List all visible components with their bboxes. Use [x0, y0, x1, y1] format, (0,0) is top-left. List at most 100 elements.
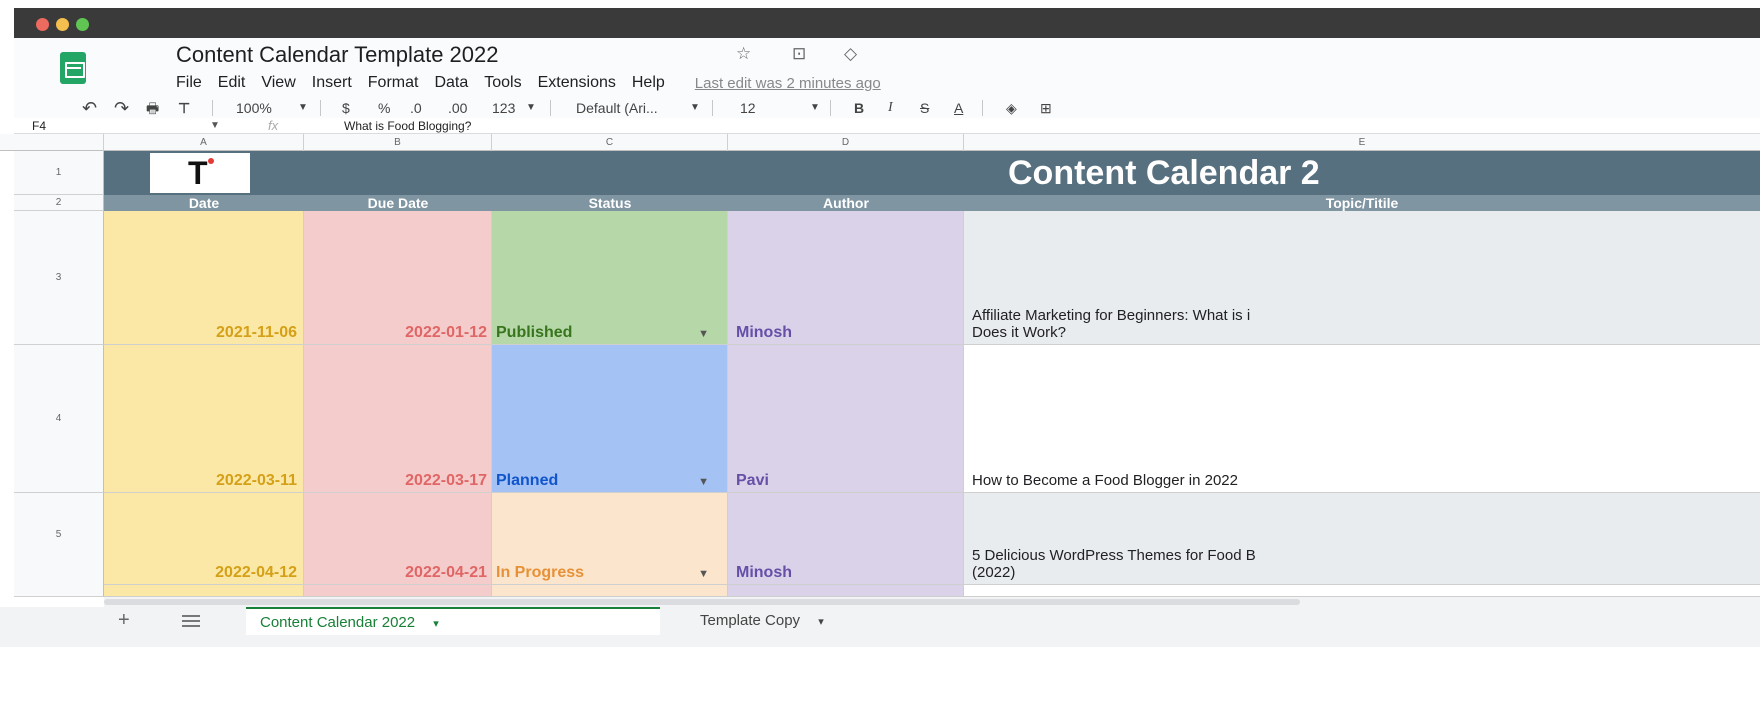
document-title[interactable]: Content Calendar Template 2022 — [176, 42, 498, 68]
date-cell[interactable]: 2022-04-12 — [104, 493, 304, 585]
chevron-down-icon[interactable]: ▼ — [698, 328, 709, 340]
percent-button[interactable]: % — [378, 98, 390, 118]
formula-input[interactable]: What is Food Blogging? — [344, 118, 471, 134]
star-icon[interactable]: ☆ — [736, 44, 751, 64]
horizontal-scrollbar[interactable] — [104, 597, 1760, 607]
column-header-c[interactable]: C — [492, 134, 728, 151]
toolbar-divider — [982, 100, 983, 116]
row-header-2[interactable]: 2 — [14, 195, 104, 211]
zoom-select[interactable]: 100% — [236, 98, 272, 118]
status-dropdown[interactable] — [492, 585, 728, 597]
author-cell[interactable] — [728, 585, 964, 597]
topic-cell[interactable] — [964, 585, 1760, 597]
paint-format-icon[interactable]: ⊤ — [178, 98, 190, 118]
due-date-cell[interactable] — [304, 585, 492, 597]
header-due-date[interactable]: Due Date — [304, 195, 492, 211]
column-header-e[interactable]: E — [964, 134, 1760, 151]
row-header-4[interactable]: 4 — [14, 345, 104, 493]
chevron-down-icon[interactable]: ▾ — [818, 616, 824, 628]
borders-icon[interactable]: ⊞ — [1040, 98, 1052, 118]
topic-cell[interactable]: How to Become a Food Blogger in 2022 — [964, 345, 1760, 493]
author-cell[interactable]: Minosh — [728, 493, 964, 585]
chevron-down-icon[interactable]: ▼ — [698, 568, 709, 580]
select-all-corner[interactable] — [14, 134, 104, 151]
menu-help[interactable]: Help — [632, 74, 665, 92]
menu-tools[interactable]: Tools — [484, 74, 521, 92]
zoom-window-button[interactable] — [76, 18, 89, 31]
decrease-decimal-button[interactable]: .0 — [410, 98, 422, 118]
fx-icon: fx — [268, 118, 279, 133]
logo: T — [150, 153, 250, 193]
row-header-3[interactable]: 3 — [14, 211, 104, 345]
row-header-1[interactable]: 1 — [14, 151, 104, 195]
tab-label: Template Copy — [700, 612, 801, 629]
tab-content-calendar-2022[interactable]: Content Calendar 2022 ▾ — [246, 607, 660, 635]
italic-button[interactable]: I — [888, 98, 893, 118]
spreadsheet-grid[interactable]: T Content Calendar 2 Date Due Date Statu… — [104, 151, 1760, 597]
redo-icon[interactable]: ↷ — [114, 98, 129, 118]
more-formats-button[interactable]: 123 — [492, 98, 515, 118]
scrollbar-thumb[interactable] — [104, 599, 1300, 605]
date-cell[interactable] — [104, 585, 304, 597]
menu-data[interactable]: Data — [434, 74, 468, 92]
column-header-a[interactable]: A — [104, 134, 304, 151]
menu-edit[interactable]: Edit — [218, 74, 246, 92]
close-window-button[interactable] — [36, 18, 49, 31]
bold-button[interactable]: B — [854, 98, 864, 118]
name-box[interactable]: F4 — [32, 118, 46, 134]
header-author[interactable]: Author — [728, 195, 964, 211]
chevron-down-icon[interactable]: ▾ — [433, 618, 439, 630]
chevron-down-icon[interactable]: ▼ — [698, 476, 709, 488]
date-cell[interactable]: 2021-11-06 — [104, 211, 304, 345]
column-header-b[interactable]: B — [304, 134, 492, 151]
due-date-cell[interactable]: 2022-01-12 — [304, 211, 492, 345]
status-value: In Progress — [496, 564, 585, 581]
last-edit-link[interactable]: Last edit was 2 minutes ago — [695, 75, 881, 92]
app-header: Content Calendar Template 2022 ☆ ⊡ ◇ Fil… — [14, 38, 1760, 98]
cloud-status-icon[interactable]: ◇ — [844, 44, 857, 64]
date-cell[interactable]: 2022-03-11 — [104, 345, 304, 493]
topic-cell[interactable]: Affiliate Marketing for Beginners: What … — [964, 211, 1760, 345]
topic-text: 5 Delicious WordPress Themes for Food B … — [972, 547, 1256, 581]
topic-cell[interactable]: 5 Delicious WordPress Themes for Food B … — [964, 493, 1760, 585]
menu-format[interactable]: Format — [368, 74, 419, 92]
tab-template-copy[interactable]: Template Copy ▾ — [686, 607, 946, 635]
topic-line: Affiliate Marketing for Beginners: What … — [972, 307, 1251, 324]
minimize-window-button[interactable] — [56, 18, 69, 31]
chevron-down-icon[interactable]: ▼ — [210, 118, 220, 134]
move-folder-icon[interactable]: ⊡ — [792, 44, 806, 64]
header-topic[interactable]: Topic/Titile — [964, 195, 1760, 211]
fill-color-icon[interactable]: ◈ — [1006, 98, 1017, 118]
status-dropdown[interactable]: In Progress ▼ — [492, 493, 728, 585]
add-sheet-button[interactable]: + — [118, 609, 130, 632]
topic-line: 5 Delicious WordPress Themes for Food B — [972, 547, 1256, 564]
font-family-select[interactable]: Default (Ari... — [576, 98, 658, 118]
increase-decimal-button[interactable]: .00 — [448, 98, 467, 118]
menu-insert[interactable]: Insert — [312, 74, 352, 92]
author-cell[interactable]: Minosh — [728, 211, 964, 345]
print-icon[interactable]: 🖶 — [146, 98, 159, 118]
sheets-icon[interactable] — [60, 52, 86, 84]
chevron-down-icon: ▼ — [690, 102, 700, 113]
status-dropdown[interactable]: Published ▼ — [492, 211, 728, 345]
font-size-select[interactable]: 12 — [740, 98, 756, 118]
menu-view[interactable]: View — [261, 74, 295, 92]
due-date-cell[interactable]: 2022-04-21 — [304, 493, 492, 585]
header-status[interactable]: Status — [492, 195, 728, 211]
undo-icon[interactable]: ↶ — [82, 98, 97, 118]
currency-button[interactable]: $ — [342, 98, 350, 118]
due-date-value: 2022-03-17 — [405, 472, 487, 489]
text-color-button[interactable]: A — [954, 98, 963, 118]
menu-extensions[interactable]: Extensions — [538, 74, 616, 92]
all-sheets-menu-icon[interactable] — [182, 615, 200, 629]
column-header-d[interactable]: D — [728, 134, 964, 151]
author-cell[interactable]: Pavi — [728, 345, 964, 493]
menu-file[interactable]: File — [176, 74, 202, 92]
row-header-5[interactable]: 5 — [14, 493, 104, 597]
sheets-window: Content Calendar Template 2022 ☆ ⊡ ◇ Fil… — [0, 0, 1760, 708]
status-dropdown[interactable]: Planned ▼ — [492, 345, 728, 493]
due-date-cell[interactable]: 2022-03-17 — [304, 345, 492, 493]
strikethrough-button[interactable]: S — [920, 98, 929, 118]
header-date[interactable]: Date — [104, 195, 304, 211]
toolbar-divider — [712, 100, 713, 116]
